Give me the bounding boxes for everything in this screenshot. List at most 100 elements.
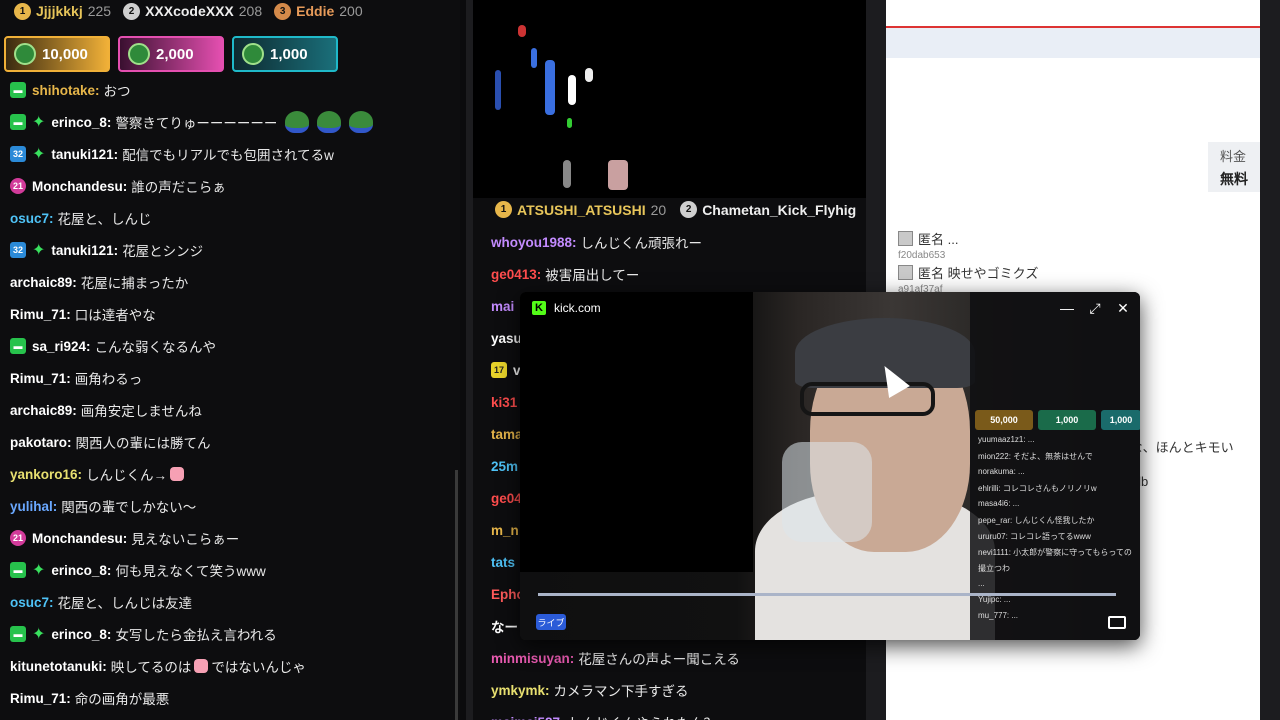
chat-username[interactable]: sa_ri924:: [32, 339, 91, 354]
chat-text: しんじくんやられたん？: [569, 712, 718, 720]
gift-tier-1000[interactable]: 1,000: [232, 36, 338, 72]
subscriber-badge-icon: ▬: [10, 626, 26, 642]
chat-username[interactable]: ki31: [491, 395, 517, 410]
top-gifter-1[interactable]: 1 Jjjjkkkj 225: [14, 2, 111, 20]
gift-tier-10000[interactable]: 10,000: [4, 36, 110, 72]
chat-username[interactable]: yankoro16:: [10, 467, 82, 482]
stream-video[interactable]: [473, 0, 866, 198]
comment-text: 匿名 映せやゴミクズ: [918, 265, 1039, 281]
chat-username[interactable]: なー: [491, 616, 518, 636]
chat-message[interactable]: Rimu_71: 画角わるっ: [10, 362, 460, 394]
chat-scrollbar[interactable]: [455, 470, 458, 720]
chat-username[interactable]: ge04: [491, 491, 522, 506]
pip-chat-line: 撮立つわ: [978, 564, 1010, 573]
chat-username[interactable]: yulihal:: [10, 499, 57, 514]
chat-username[interactable]: tama: [491, 427, 523, 442]
chat-username[interactable]: 25m: [491, 459, 518, 474]
chat-username[interactable]: kitunetotanuki:: [10, 659, 107, 674]
chat-message[interactable]: 21 Monchandesu: 誰の声だこらぁ: [10, 170, 460, 202]
price-value: 無料: [1220, 171, 1248, 187]
subscriber-badge-icon: 32: [10, 242, 26, 258]
chat-username[interactable]: maimai587:: [491, 715, 565, 720]
chat-message[interactable]: whoyou1988: しんじくん頑張れー: [491, 226, 866, 258]
chat-username[interactable]: shihotake:: [32, 83, 100, 98]
expand-icon[interactable]: ⤢: [1086, 299, 1104, 317]
chat-message[interactable]: 32 ✦ tanuki121: 配信でもリアルでも包囲されてるw: [10, 138, 460, 170]
minimize-icon[interactable]: —: [1058, 299, 1076, 317]
chat-username[interactable]: ge0413:: [491, 267, 541, 282]
chat-username[interactable]: Rimu_71:: [10, 307, 71, 322]
chat-username[interactable]: osuc7:: [10, 595, 54, 610]
chat-username[interactable]: Monchandesu:: [32, 179, 127, 194]
panel-divider: [466, 0, 473, 720]
picture-in-picture-window[interactable]: 50,000 1,000 1,000 yuumaaz1z1: ... mion22…: [520, 292, 1140, 640]
top-gifters-bar: 1 Jjjjkkkj 225 2 XXXcodeXXX 208 3 Eddie …: [0, 0, 460, 22]
chat-message[interactable]: Rimu_71: 口は達者やな: [10, 298, 460, 330]
pip-chat-line: masa4i6: ...: [978, 499, 1020, 508]
chat-username[interactable]: erinco_8:: [51, 563, 111, 578]
chat-username[interactable]: ymkymk:: [491, 683, 550, 698]
chat-username[interactable]: archaic89:: [10, 275, 77, 290]
close-icon[interactable]: ✕: [1114, 299, 1132, 317]
chat-message[interactable]: kitunetotanuki: 映してるのは ではないんじゃ: [10, 650, 460, 682]
pip-chat-line: pepe_rar: しんじくん怪我したか: [978, 516, 1095, 525]
chat-username[interactable]: whoyou1988:: [491, 235, 577, 250]
chat-username[interactable]: osuc7:: [10, 211, 54, 226]
chat-username[interactable]: mai: [491, 299, 514, 314]
chat-text: 花屋と、しんじは友達: [57, 596, 192, 611]
top-gifter-2[interactable]: 2 Chametan_Kick_Flyhig: [680, 201, 856, 218]
chat-message[interactable]: yankoro16: しんじくん→: [10, 458, 460, 490]
chat-message[interactable]: pakotaro: 関西人の輩には勝てん: [10, 426, 460, 458]
chat-message[interactable]: ▬ ✦ erinco_8: 何も見えなくて笑うwww: [10, 554, 460, 586]
chat-text: 何も見えなくて笑うwww: [115, 564, 266, 579]
top-gifter-2[interactable]: 2 XXXcodeXXX 208: [123, 2, 263, 20]
chat-username[interactable]: archaic89:: [10, 403, 77, 418]
pip-chat-line: ururu07: コレコレ語ってるwww: [978, 532, 1091, 541]
chat-username[interactable]: pakotaro:: [10, 435, 72, 450]
chat-message[interactable]: 21 Monchandesu: 見えないこらぁー: [10, 522, 460, 554]
chat-message[interactable]: osuc7: 花屋と、しんじ: [10, 202, 460, 234]
chat-username[interactable]: tanuki121:: [51, 147, 118, 162]
chat-username[interactable]: tanuki121:: [51, 243, 118, 258]
chat-message[interactable]: osuc7: 花屋と、しんじは友達: [10, 586, 460, 618]
chat-message[interactable]: archaic89: 画角安定しませんね: [10, 394, 460, 426]
chat-message[interactable]: yulihal: 関西の輩でしかない〜: [10, 490, 460, 522]
top-gifter-1[interactable]: 1 ATSUSHI_ATSUSHI 20: [495, 201, 666, 218]
pip-chat-line: nevi1111: 小太郎が警察に守ってもらっての: [978, 548, 1132, 557]
chat-text: 口は達者やな: [74, 308, 156, 323]
chat-message[interactable]: ▬ sa_ri924: こんな弱くなるんや: [10, 330, 460, 362]
chat-message[interactable]: ▬ shihotake: おつ: [10, 74, 460, 106]
chat-username[interactable]: Rimu_71:: [10, 691, 71, 706]
gift-tier-2000[interactable]: 2,000: [118, 36, 224, 72]
page-header: [886, 0, 1260, 28]
left-chat-panel: 1 Jjjjkkkj 225 2 XXXcodeXXX 208 3 Eddie …: [0, 0, 460, 720]
anonymous-avatar-icon: [898, 230, 913, 246]
chat-text: 花屋と、しんじ: [57, 212, 152, 227]
chat-username[interactable]: Rimu_71:: [10, 371, 71, 386]
chat-message[interactable]: Rimu_71: 命の画角が最悪: [10, 682, 460, 714]
captions-icon[interactable]: [1108, 616, 1126, 629]
chat-message[interactable]: minmisuyan: 花屋さんの声よー聞こえる: [491, 642, 866, 674]
chat-username[interactable]: yasu: [491, 331, 522, 346]
gifter-score: 208: [238, 3, 263, 19]
pip-gift-tier: 50,000: [975, 410, 1033, 430]
pip-title: kick.com: [554, 301, 601, 315]
chat-username[interactable]: tats: [491, 555, 515, 570]
top-gifter-3[interactable]: 3 Eddie 200: [274, 2, 363, 20]
pip-progress-bar[interactable]: [538, 593, 1116, 596]
chat-message[interactable]: ▬ ✦ erinco_8: 女写したら金払え言われる: [10, 618, 460, 650]
chat-message[interactable]: archaic89: 花屋に捕まったか: [10, 266, 460, 298]
chat-message[interactable]: ymkymk: カメラマン下手すぎる: [491, 674, 866, 706]
chat-username[interactable]: Monchandesu:: [32, 531, 127, 546]
chat-username[interactable]: minmisuyan:: [491, 651, 574, 666]
pip-window-controls: — ⤢ ✕: [1058, 299, 1132, 317]
chat-message[interactable]: 32 ✦ tanuki121: 花屋とシンジ: [10, 234, 460, 266]
chat-message[interactable]: ▬ ✦ erinco_8: 警察きてりゅーーーーーー: [10, 106, 460, 138]
chat-message[interactable]: ge0413: 被害届出してー: [491, 258, 866, 290]
chat-username[interactable]: m_n: [491, 523, 519, 538]
chat-message[interactable]: maimai587: しんじくんやられたん？: [491, 706, 866, 720]
chat-username[interactable]: erinco_8:: [51, 115, 111, 130]
chat-username[interactable]: erinco_8:: [51, 627, 111, 642]
scroll-gutter[interactable]: [1260, 0, 1280, 720]
chat-text: 花屋とシンジ: [122, 244, 204, 259]
